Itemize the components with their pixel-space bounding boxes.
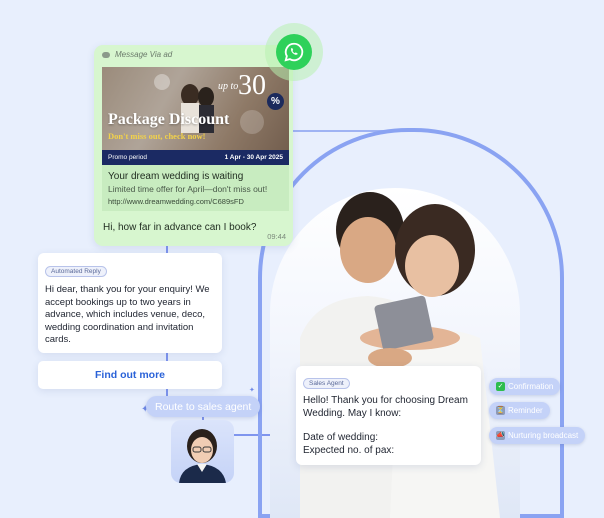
sales-agent-greeting: Hello! Thank you for choosing Dream Wedd… [303, 395, 468, 419]
sales-agent-question-pax: Expected no. of pax: [303, 444, 395, 456]
ad-info-description: Limited time offer for April—don't miss … [108, 184, 268, 194]
sparkle-icon: ✦ [249, 387, 255, 394]
sales-agent-message: Sales Agent Hello! Thank you for choosin… [296, 366, 481, 465]
customer-message: Hi, how far in advance can I book? [103, 222, 257, 233]
sales-agent-text: Hello! Thank you for choosing Dream Wedd… [303, 395, 474, 457]
sales-agent-tag: Sales Agent [303, 378, 350, 389]
nurturing-broadcast-pill[interactable]: 📣 Nurturing broadcast [489, 427, 586, 444]
banner-subtitle: Don't miss out, check now! [108, 131, 206, 141]
clock-icon: ⏳ [496, 406, 505, 415]
reminder-pill[interactable]: ⏳ Reminder [489, 402, 550, 419]
whatsapp-ad-message: Message Via ad up to 30 % Package Discou… [94, 45, 293, 246]
sales-agent-question-date: Date of wedding: [303, 432, 379, 443]
whatsapp-badge [265, 23, 323, 81]
automated-reply-message: Automated Reply Hi dear, thank you for y… [38, 253, 222, 353]
whatsapp-icon [276, 34, 312, 70]
ad-info[interactable]: Your dream wedding is waiting Limited ti… [102, 165, 289, 211]
banner-discount: 30 [238, 70, 266, 101]
banner-upto: up to [218, 81, 239, 92]
message-header: Message Via ad [102, 50, 172, 59]
promo-bar: Promo period 1 Apr - 30 Apr 2025 [102, 150, 289, 165]
chat-bubble-icon [102, 51, 110, 58]
couple-photo [270, 188, 520, 518]
ad-info-url[interactable]: http://www.dreamwedding.com/C689sFD [108, 197, 283, 206]
automated-reply-text: Hi dear, thank you for your enquiry! We … [45, 284, 210, 345]
sales-agent-avatar [171, 420, 234, 483]
automated-reply-tag: Automated Reply [45, 266, 107, 277]
find-out-more-button[interactable]: Find out more [38, 361, 222, 389]
banner-percent: % [267, 93, 284, 110]
message-time: 09:44 [267, 232, 286, 241]
confirmation-pill[interactable]: ✓ Confirmation [489, 378, 561, 395]
route-to-sales-agent[interactable]: Route to sales agent [146, 396, 261, 417]
check-icon: ✓ [496, 382, 505, 391]
broadcast-icon: 📣 [496, 431, 505, 440]
banner-title: Package Discount [108, 111, 230, 128]
ad-banner[interactable]: up to 30 % Package Discount Don't miss o… [102, 67, 289, 150]
promo-label: Promo period [108, 154, 148, 161]
promo-dates: 1 Apr - 30 Apr 2025 [224, 154, 283, 161]
ad-info-title: Your dream wedding is waiting [108, 171, 244, 182]
